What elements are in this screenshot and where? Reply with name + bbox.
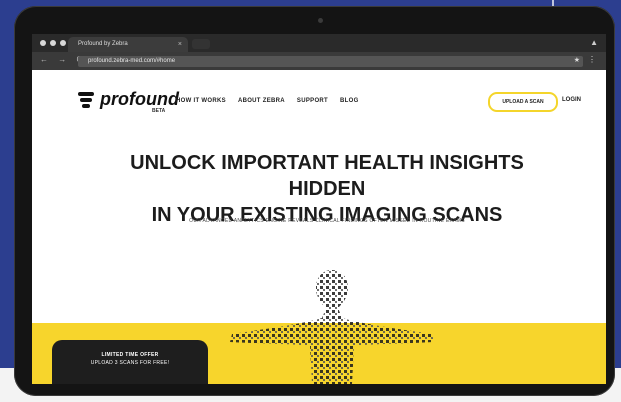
limited-offer-tab[interactable]: LIMITED TIME OFFER UPLOAD 3 SCANS FOR FR…: [52, 340, 208, 384]
browser-toolbar: ← → C profound.zebra-med.com/#home ★ ⋮: [32, 52, 606, 70]
laptop-screen: Profound by Zebra × ▲ ← → C profound.zeb…: [32, 34, 606, 384]
human-figure-illustration: [230, 270, 434, 384]
address-bar[interactable]: profound.zebra-med.com/#home: [78, 56, 583, 67]
login-link[interactable]: LOGIN: [562, 97, 581, 103]
browser-tab-strip: Profound by Zebra × ▲: [32, 34, 606, 52]
laptop-frame: Profound by Zebra × ▲ ← → C profound.zeb…: [14, 6, 615, 396]
minimize-window-icon[interactable]: [50, 40, 56, 46]
hero-headline-line-1: UNLOCK IMPORTANT HEALTH INSIGHTS HIDDEN: [130, 152, 524, 200]
offer-title: LIMITED TIME OFFER: [101, 352, 159, 358]
nav-blog[interactable]: BLOG: [340, 98, 359, 104]
close-window-icon[interactable]: [40, 40, 46, 46]
tab-close-icon[interactable]: ×: [178, 37, 182, 52]
camera-icon: [318, 18, 323, 23]
hero-headline-line-2: IN YOUR EXISTING IMAGING SCANS: [151, 204, 503, 226]
logo-text: profound: [100, 89, 179, 109]
window-controls: [40, 40, 66, 46]
site-logo[interactable]: profound BETA: [76, 89, 179, 114]
beta-badge: BETA: [152, 108, 166, 114]
new-tab-button[interactable]: [192, 39, 210, 49]
browser-tab[interactable]: Profound by Zebra ×: [68, 37, 188, 52]
hero-subheadline: OUR ADVANCED ANALYTICS ENGINE REVEALS CL…: [189, 218, 465, 224]
nav-support[interactable]: SUPPORT: [297, 98, 328, 104]
profile-icon[interactable]: ▲: [590, 38, 598, 47]
nav-how-it-works[interactable]: HOW IT WORKS: [176, 98, 226, 104]
zebra-logo-icon: [76, 90, 96, 110]
maximize-window-icon[interactable]: [60, 40, 66, 46]
browser-tab-title: Profound by Zebra: [78, 41, 128, 47]
hero-headline: UNLOCK IMPORTANT HEALTH INSIGHTS HIDDEN …: [92, 150, 562, 228]
bookmark-star-icon[interactable]: ★: [574, 56, 580, 64]
main-navigation: HOW IT WORKS ABOUT ZEBRA SUPPORT BLOG: [176, 98, 359, 104]
web-page: profound BETA HOW IT WORKS ABOUT ZEBRA S…: [32, 70, 606, 384]
offer-subtitle: UPLOAD 3 SCANS FOR FREE!: [90, 360, 170, 366]
nav-about-zebra[interactable]: ABOUT ZEBRA: [238, 98, 285, 104]
browser-menu-icon[interactable]: ⋮: [588, 55, 596, 64]
upload-scan-button[interactable]: UPLOAD A SCAN: [488, 92, 558, 112]
